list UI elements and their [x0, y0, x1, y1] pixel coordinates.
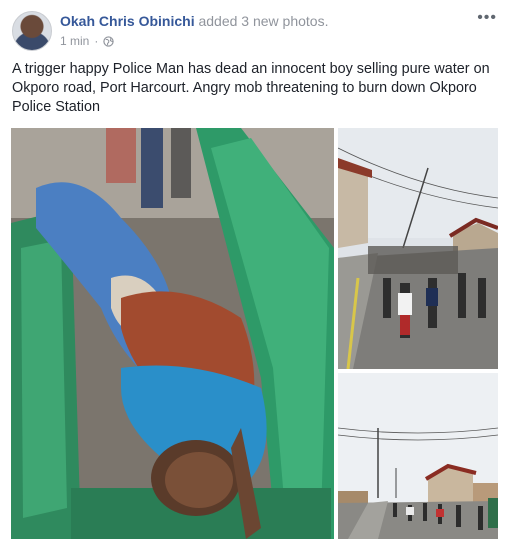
post-action-text: added 3 new photos. [198, 13, 329, 29]
post-meta: 1 min · [60, 34, 115, 48]
meta-separator: · [94, 34, 99, 48]
globe-icon[interactable] [103, 35, 115, 47]
photo-victim-on-cart[interactable] [11, 128, 334, 539]
post-timestamp[interactable]: 1 min [60, 34, 89, 48]
more-options-icon[interactable]: ••• [477, 10, 497, 26]
photo-crowd-on-road[interactable] [338, 128, 498, 369]
post-text: A trigger happy Police Man has dead an i… [12, 61, 490, 115]
photo-street-scene[interactable] [338, 373, 498, 539]
post-header: Okah Chris Obinichi added 3 new photos. [60, 13, 328, 29]
author-avatar[interactable] [12, 11, 52, 51]
author-name-link[interactable]: Okah Chris Obinichi [60, 13, 195, 29]
facebook-post: Okah Chris Obinichi added 3 new photos. … [0, 0, 509, 539]
